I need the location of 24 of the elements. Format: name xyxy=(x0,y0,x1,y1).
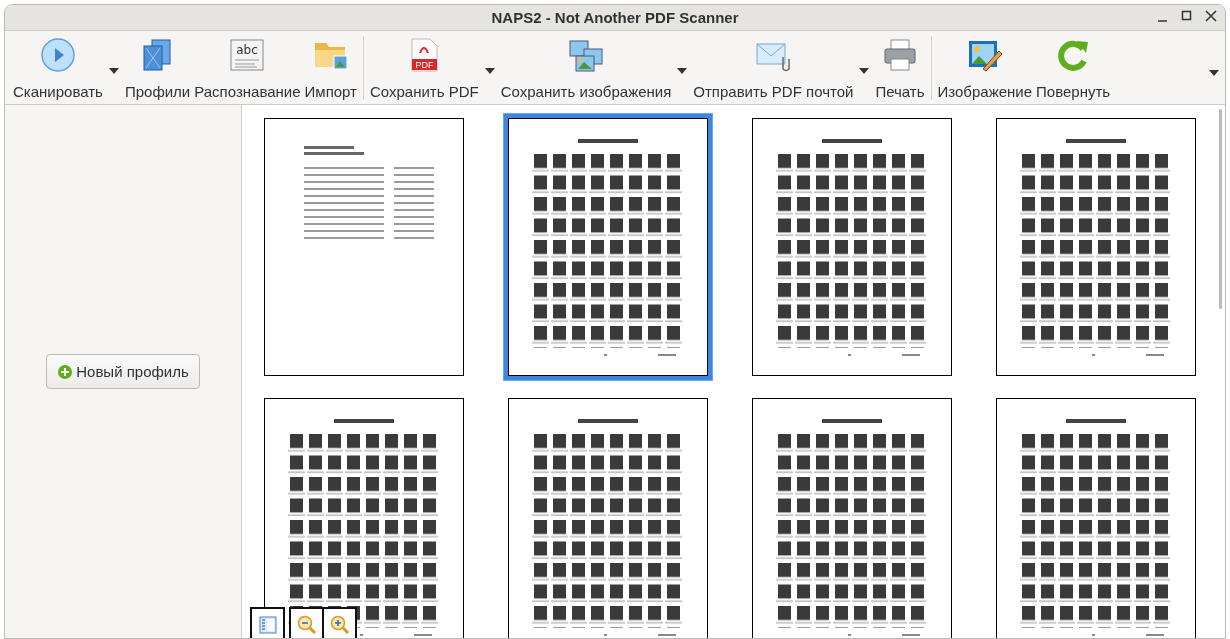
dropdown-arrow-icon[interactable] xyxy=(484,68,495,74)
toolbar-button[interactable]: Печать xyxy=(873,32,927,104)
dropdown-arrow-icon[interactable] xyxy=(859,68,870,74)
text-document-icon: abc xyxy=(229,37,266,73)
dropdown-arrow-icon[interactable] xyxy=(677,68,688,74)
close-icon[interactable] xyxy=(1203,8,1219,24)
toolbar-button[interactable]: Изображение xyxy=(935,32,1035,104)
overflow-arrow-icon[interactable] xyxy=(1209,69,1219,76)
toolbar-button[interactable]: Импорт xyxy=(302,32,359,104)
scrollbar[interactable] xyxy=(1219,109,1222,309)
toolbar-button[interactable]: PDF Сохранить PDF xyxy=(368,32,481,104)
plus-icon xyxy=(57,363,74,380)
play-icon xyxy=(39,37,76,73)
toolbar-button[interactable]: abc Распознавание xyxy=(192,32,303,104)
toolbar-button[interactable]: Сканировать xyxy=(11,32,105,104)
toolbar-button[interactable]: Профили xyxy=(122,32,193,104)
window-title: NAPS2 - Not Another PDF Scanner xyxy=(491,9,739,26)
toolbar-button[interactable]: Сохранить изображения xyxy=(498,32,674,104)
new-profile-button[interactable]: Новый профиль xyxy=(46,354,200,389)
images-icon xyxy=(568,37,604,73)
toolbar-button[interactable]: Повернуть xyxy=(1034,32,1113,104)
printer-icon xyxy=(881,37,918,73)
toolbar-button[interactable]: Отправить PDF почтой xyxy=(691,32,856,104)
dropdown-arrow-icon[interactable] xyxy=(108,68,119,74)
